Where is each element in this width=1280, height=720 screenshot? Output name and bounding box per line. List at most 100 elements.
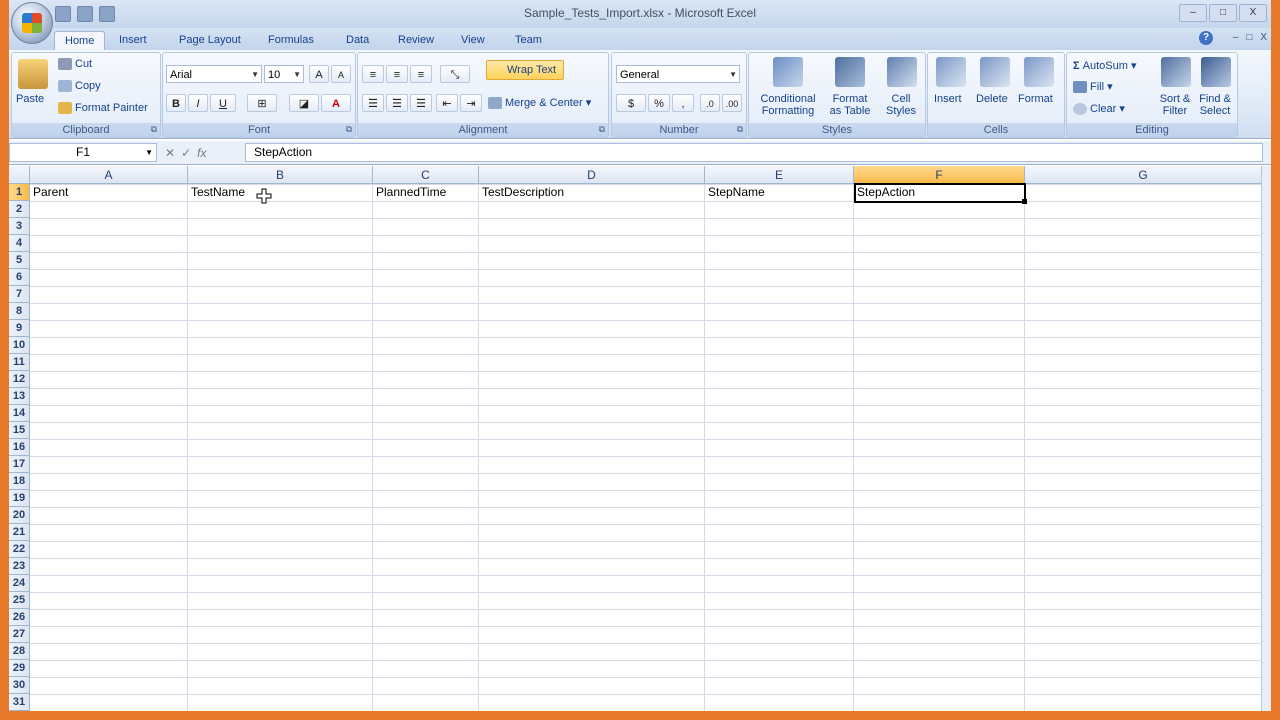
wrap-text-button[interactable]: Wrap Text xyxy=(486,60,564,80)
column-header-d[interactable]: D xyxy=(479,166,705,184)
cut-button[interactable]: Cut xyxy=(58,58,92,71)
name-box[interactable]: F1 ▼ xyxy=(9,143,157,162)
insert-cells-button[interactable]: Insert xyxy=(934,93,962,105)
align-top-icon[interactable]: ≡ xyxy=(362,65,384,83)
find-select-button[interactable]: Find & Select xyxy=(1195,93,1235,117)
row-header-31[interactable]: 31 xyxy=(9,694,30,711)
font-launcher-icon[interactable]: ⧉ xyxy=(346,124,352,135)
select-all-button[interactable] xyxy=(9,166,30,184)
row-header-19[interactable]: 19 xyxy=(9,490,30,507)
row-header-7[interactable]: 7 xyxy=(9,286,30,303)
shrink-font-button[interactable]: A xyxy=(331,65,351,83)
cell-b1[interactable]: TestName xyxy=(189,184,373,201)
row-header-3[interactable]: 3 xyxy=(9,218,30,235)
clipboard-launcher-icon[interactable]: ⧉ xyxy=(151,124,157,135)
workbook-minimize-button[interactable]: – xyxy=(1233,32,1239,43)
maximize-button[interactable]: □ xyxy=(1209,4,1237,22)
row-header-17[interactable]: 17 xyxy=(9,456,30,473)
tab-page-layout[interactable]: Page Layout xyxy=(169,31,251,50)
tab-formulas[interactable]: Formulas xyxy=(258,31,324,50)
column-header-g[interactable]: G xyxy=(1025,166,1262,184)
currency-button[interactable]: $ xyxy=(616,94,646,112)
row-header-15[interactable]: 15 xyxy=(9,422,30,439)
row-header-6[interactable]: 6 xyxy=(9,269,30,286)
cell-styles-button[interactable]: Cell Styles xyxy=(879,93,923,117)
font-color-icon[interactable]: A xyxy=(321,94,351,112)
row-header-18[interactable]: 18 xyxy=(9,473,30,490)
italic-button[interactable]: I xyxy=(188,94,208,112)
row-header-4[interactable]: 4 xyxy=(9,235,30,252)
align-left-icon[interactable]: ☰ xyxy=(362,94,384,112)
fill-color-icon[interactable]: ◪ xyxy=(289,94,319,112)
comma-button[interactable]: , xyxy=(672,94,694,112)
number-launcher-icon[interactable]: ⧉ xyxy=(737,124,743,135)
fill-button[interactable]: Fill ▾ xyxy=(1073,80,1113,94)
cell-g1[interactable] xyxy=(1026,184,1262,201)
row-header-21[interactable]: 21 xyxy=(9,524,30,541)
merge-center-button[interactable]: Merge & Center ▾ xyxy=(488,96,591,110)
column-header-e[interactable]: E xyxy=(705,166,854,184)
align-middle-icon[interactable]: ≡ xyxy=(386,65,408,83)
tab-data[interactable]: Data xyxy=(336,31,379,50)
font-size-combo[interactable]: 10 ▼ xyxy=(264,65,304,83)
alignment-launcher-icon[interactable]: ⧉ xyxy=(599,124,605,135)
vertical-scrollbar[interactable] xyxy=(1261,166,1271,711)
row-header-13[interactable]: 13 xyxy=(9,388,30,405)
autosum-button[interactable]: Σ AutoSum ▾ xyxy=(1073,59,1137,72)
tab-view[interactable]: View xyxy=(451,31,495,50)
formula-input[interactable]: StepAction xyxy=(245,143,1263,162)
cells-area[interactable] xyxy=(30,184,1262,711)
cell-d1[interactable]: TestDescription xyxy=(480,184,705,201)
cancel-icon[interactable]: ✕ xyxy=(165,146,175,160)
tab-insert[interactable]: Insert xyxy=(109,31,157,50)
decrease-indent-icon[interactable]: ⇤ xyxy=(436,94,458,112)
row-header-25[interactable]: 25 xyxy=(9,592,30,609)
cell-a1[interactable]: Parent xyxy=(31,184,188,201)
cell-c1[interactable]: PlannedTime xyxy=(374,184,479,201)
underline-button[interactable]: U xyxy=(210,94,236,112)
decrease-decimal-icon[interactable]: .00 xyxy=(722,94,742,112)
row-header-1[interactable]: 1 xyxy=(9,184,30,201)
row-header-22[interactable]: 22 xyxy=(9,541,30,558)
column-header-b[interactable]: B xyxy=(188,166,373,184)
column-header-f[interactable]: F xyxy=(854,166,1025,184)
row-header-28[interactable]: 28 xyxy=(9,643,30,660)
percent-button[interactable]: % xyxy=(648,94,670,112)
tab-team[interactable]: Team xyxy=(505,31,552,50)
check-icon[interactable]: ✓ xyxy=(181,146,191,160)
row-header-27[interactable]: 27 xyxy=(9,626,30,643)
format-as-table-button[interactable]: Format as Table xyxy=(823,93,877,117)
row-header-12[interactable]: 12 xyxy=(9,371,30,388)
align-center-icon[interactable]: ☰ xyxy=(386,94,408,112)
row-header-5[interactable]: 5 xyxy=(9,252,30,269)
clear-button[interactable]: Clear ▾ xyxy=(1073,102,1125,116)
copy-button[interactable]: Copy xyxy=(58,80,101,93)
tab-review[interactable]: Review xyxy=(388,31,444,50)
increase-indent-icon[interactable]: ⇥ xyxy=(460,94,482,112)
column-header-a[interactable]: A xyxy=(30,166,188,184)
row-header-29[interactable]: 29 xyxy=(9,660,30,677)
row-header-20[interactable]: 20 xyxy=(9,507,30,524)
row-header-24[interactable]: 24 xyxy=(9,575,30,592)
align-right-icon[interactable]: ☰ xyxy=(410,94,432,112)
orientation-icon[interactable]: ⤡ xyxy=(440,65,470,83)
align-bottom-icon[interactable]: ≡ xyxy=(410,65,432,83)
row-header-11[interactable]: 11 xyxy=(9,354,30,371)
row-header-8[interactable]: 8 xyxy=(9,303,30,320)
column-header-c[interactable]: C xyxy=(373,166,479,184)
workbook-close-button[interactable]: X xyxy=(1260,32,1267,43)
borders-button[interactable]: ⊞ xyxy=(247,94,277,112)
row-header-9[interactable]: 9 xyxy=(9,320,30,337)
row-header-14[interactable]: 14 xyxy=(9,405,30,422)
fill-handle[interactable] xyxy=(1022,199,1027,204)
format-painter-button[interactable]: Format Painter xyxy=(58,102,148,115)
row-header-10[interactable]: 10 xyxy=(9,337,30,354)
minimize-button[interactable]: – xyxy=(1179,4,1207,22)
sort-filter-button[interactable]: Sort & Filter xyxy=(1153,93,1197,117)
close-button[interactable]: X xyxy=(1239,4,1267,22)
row-header-16[interactable]: 16 xyxy=(9,439,30,456)
office-button[interactable] xyxy=(11,2,53,44)
workbook-restore-button[interactable]: □ xyxy=(1246,32,1252,43)
delete-cells-button[interactable]: Delete xyxy=(976,93,1008,105)
conditional-formatting-button[interactable]: Conditional Formatting xyxy=(755,93,821,117)
